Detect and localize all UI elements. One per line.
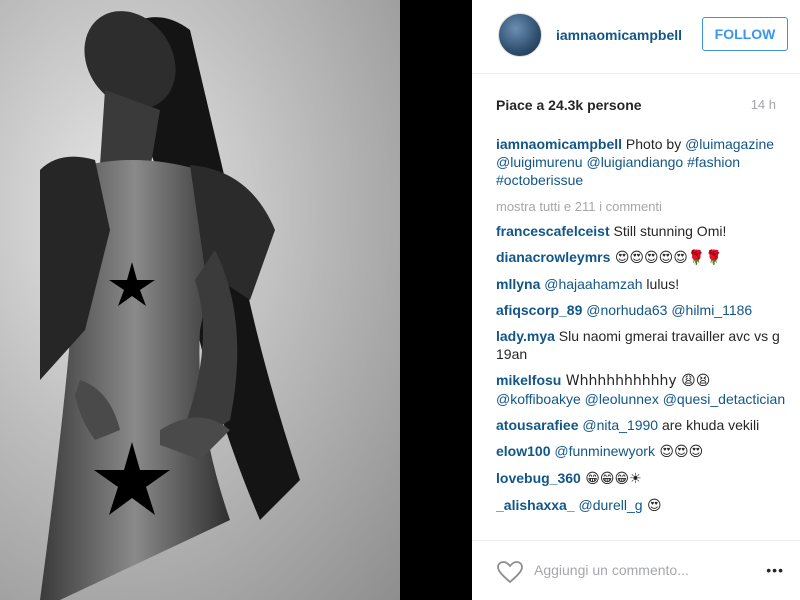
comment-username[interactable]: afiqscorp_89: [496, 302, 582, 318]
caption-tag[interactable]: @luigiandiango: [586, 154, 683, 170]
comment-mention[interactable]: @hajaahamzah: [544, 276, 642, 292]
comment-username[interactable]: mikelfosu: [496, 372, 561, 388]
comment-username[interactable]: elow100: [496, 443, 550, 459]
comment-mention[interactable]: @durell_g: [579, 497, 643, 513]
comment-mention[interactable]: @leolunnex: [585, 391, 659, 407]
post-sidebar: iamnaomicampbell FOLLOW Piace a 24.3k pe…: [472, 0, 800, 600]
comment-text-rest: 😍😍😍: [654, 444, 704, 460]
comment-text: 😁😁😁☀: [580, 471, 642, 487]
comments-list[interactable]: iamnaomicampbell Photo by @luimagazine @…: [496, 135, 786, 540]
photo-side-band: [400, 0, 472, 600]
comment-bar: Aggiungi un commento... •••: [472, 540, 800, 600]
caption-tag[interactable]: #octoberissue: [496, 172, 583, 188]
comment-username[interactable]: atousarafiee: [496, 417, 578, 433]
comment-item: mikelfosu Whhhhhhhhhhy 😩😫 @koffiboakye @…: [496, 371, 786, 408]
comment-mention[interactable]: @funminewyork: [554, 443, 655, 459]
likes-count[interactable]: Piace a 24.3k persone: [496, 97, 642, 113]
comment-username[interactable]: mllyna: [496, 276, 540, 292]
comment-mention[interactable]: @hilmi_1186: [671, 302, 752, 318]
heart-icon[interactable]: [496, 560, 524, 584]
comment-username[interactable]: lovebug_360: [496, 470, 581, 486]
comment-username[interactable]: lady.mya: [496, 328, 555, 344]
comment-item: _alishaxxa_ @durell_g 😍: [496, 496, 786, 515]
comment-item: elow100 @funminewyork 😍😍😍: [496, 442, 786, 461]
author-username[interactable]: iamnaomicampbell: [556, 27, 682, 43]
post-header: iamnaomicampbell FOLLOW: [472, 0, 800, 74]
comment-input[interactable]: Aggiungi un commento...: [534, 562, 689, 578]
avatar[interactable]: [498, 13, 542, 57]
comment-item: atousarafiee @nita_1990 are khuda vekili: [496, 416, 786, 434]
photo-figure: [40, 11, 300, 600]
view-all-comments-link[interactable]: mostra tutti e 211 i commenti: [496, 198, 786, 216]
comment-mention[interactable]: @norhuda63: [586, 302, 667, 318]
comment-text-rest: 😍: [642, 498, 662, 514]
comment-username[interactable]: _alishaxxa_: [496, 497, 575, 513]
post-photo[interactable]: [0, 0, 400, 600]
follow-button[interactable]: FOLLOW: [702, 17, 788, 51]
comment-text-rest: lulus!: [642, 276, 680, 292]
comment-mention[interactable]: @quesi_detactician: [663, 391, 785, 407]
more-options-icon[interactable]: •••: [766, 562, 784, 578]
comment-item: lovebug_360 😁😁😁☀: [496, 469, 786, 488]
comment-text: Whhhhhhhhhhy 😩😫: [561, 373, 711, 389]
comment-text-rest: are khuda vekili: [658, 417, 760, 433]
caption-tag[interactable]: @luigimurenu: [496, 154, 583, 170]
comment-username[interactable]: francescafelceist: [496, 223, 610, 239]
post-time: 14 h: [750, 97, 776, 112]
comment-item: mllyna @hajaahamzah lulus!: [496, 275, 786, 293]
comment-text: Still stunning Omi!: [609, 223, 727, 239]
comment-text: 😍😍😍😍😍🌹🌹: [610, 250, 723, 266]
comment-mention[interactable]: @nita_1990: [582, 417, 658, 433]
caption-username[interactable]: iamnaomicampbell: [496, 136, 622, 152]
caption-tag[interactable]: @luimagazine: [685, 136, 774, 152]
comment-username[interactable]: dianacrowleymrs: [496, 249, 610, 265]
comment-item: dianacrowleymrs 😍😍😍😍😍🌹🌹: [496, 248, 786, 267]
caption-text: Photo by: [622, 136, 686, 152]
instagram-post-page: iamnaomicampbell FOLLOW Piace a 24.3k pe…: [0, 0, 800, 600]
post-caption: iamnaomicampbell Photo by @luimagazine @…: [496, 135, 786, 189]
comment-item: lady.mya Slu naomi gmerai travailler avc…: [496, 327, 786, 363]
comment-item: afiqscorp_89 @norhuda63 @hilmi_1186: [496, 301, 786, 319]
caption-tag[interactable]: #fashion: [687, 154, 740, 170]
comment-mention[interactable]: @koffiboakye: [496, 391, 581, 407]
comment-item: francescafelceist Still stunning Omi!: [496, 222, 786, 240]
